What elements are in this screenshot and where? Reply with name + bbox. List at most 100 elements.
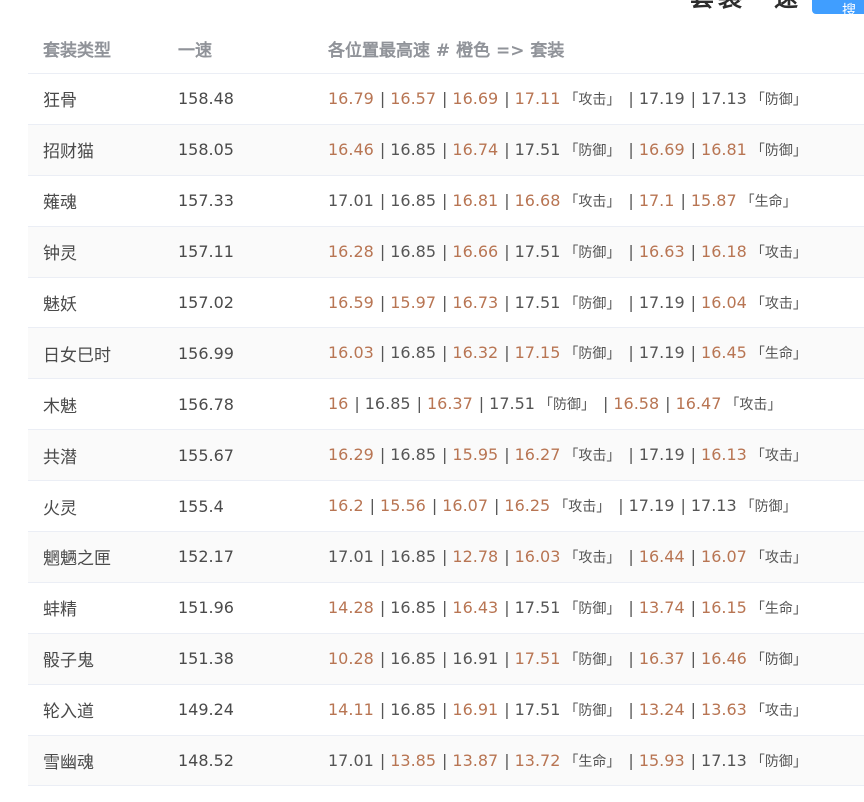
table-header: 套装类型 一速 各位置最高速 # 橙色 => 套装 xyxy=(28,24,864,74)
slot-speed: 17.51 xyxy=(514,139,561,159)
table-row: 共潜 155.67 16.29 | 16.85 | 15.95 | 16.27 「攻击」 | 17.1… xyxy=(28,430,864,482)
slot-speed-set: 16.74 xyxy=(452,139,499,159)
attribute-tag: 「攻击」 xyxy=(554,499,611,516)
set-name: 火灵 xyxy=(43,498,77,519)
slot-speed: 16.85 xyxy=(390,139,437,159)
slot-speed-set: 16.81 xyxy=(701,139,747,159)
attribute-tag: 「防御」 xyxy=(750,142,807,159)
slot-speed-set: 16.03 xyxy=(514,546,561,566)
slot-speed-set: 13.24 xyxy=(638,699,685,719)
separator: | xyxy=(379,139,386,159)
separator: | xyxy=(504,699,510,719)
separator: | xyxy=(628,292,634,312)
search-button[interactable]: 搜 xyxy=(812,0,864,19)
separator: | xyxy=(504,546,510,566)
slot-speed-set: 16.07 xyxy=(442,496,489,516)
separator: | xyxy=(690,546,697,566)
speed-detail: 17.01 | 16.85 | 12.78 | 16.03 「攻击」 | 16.44 | 16.07 「… xyxy=(328,547,864,567)
separator: | xyxy=(442,445,448,465)
separator: | xyxy=(379,750,386,770)
slot-speed-set: 13.85 xyxy=(390,750,437,770)
table-row: 骰子鬼 151.38 10.28 | 16.85 | 16.91 | 17.51 「防御」 | 16.… xyxy=(28,633,864,685)
slot-speed-set: 16.37 xyxy=(426,394,473,414)
set-name: 招财猫 xyxy=(43,142,94,163)
separator: | xyxy=(442,190,448,210)
separator: | xyxy=(379,546,386,566)
set-name: 狂骨 xyxy=(43,91,77,112)
slot-speed: 17.51 xyxy=(514,241,561,261)
set-name: 薙魂 xyxy=(43,193,77,214)
slot-speed: 17.13 xyxy=(701,88,747,108)
table-row: 火灵 155.4 16.2 | 15.56 | 16.07 | 16.25 「攻击」 | 17.19 |… xyxy=(28,481,864,533)
slot-speed-set: 16.07 xyxy=(701,546,747,566)
slot-speed-set: 14.11 xyxy=(328,699,374,719)
separator: | xyxy=(690,343,697,363)
set-name: 骰子鬼 xyxy=(43,651,94,672)
slot-speed: 17.19 xyxy=(638,292,685,312)
slot-speed-set: 16.91 xyxy=(452,699,499,719)
separator: | xyxy=(442,699,448,719)
slot-speed-set: 16.81 xyxy=(452,190,499,210)
separator: | xyxy=(690,445,697,465)
slot-speed-set: 16.69 xyxy=(452,88,499,108)
slot-speed-set: 13.87 xyxy=(452,750,499,770)
separator: | xyxy=(504,648,510,668)
slot-speed-set: 10.28 xyxy=(328,648,374,668)
set-speed: 151.38 xyxy=(178,649,234,669)
set-speed: 157.11 xyxy=(178,242,234,262)
slot-speed-set: 16.69 xyxy=(638,139,685,159)
set-speed: 156.78 xyxy=(178,394,234,414)
slot-speed: 17.01 xyxy=(328,750,374,770)
separator: | xyxy=(665,394,671,414)
separator: | xyxy=(442,546,448,566)
attribute-tag: 「攻击」 xyxy=(750,702,807,719)
separator: | xyxy=(628,343,634,363)
separator: | xyxy=(690,750,697,770)
separator: | xyxy=(628,139,634,159)
speed-detail: 16.79 | 16.57 | 16.69 | 17.11 「攻击」 | 17.19 | 17.13 「… xyxy=(328,89,864,109)
set-speed: 155.67 xyxy=(178,445,234,465)
slot-speed-set: 16.04 xyxy=(701,292,747,312)
slot-speed-set: 16.45 xyxy=(701,343,747,363)
separator: | xyxy=(690,292,697,312)
speed-detail: 16.46 | 16.85 | 16.74 | 17.51 「防御」 | 16.69 | 16.81 「… xyxy=(328,140,864,160)
separator: | xyxy=(478,394,485,414)
slot-speed: 16.85 xyxy=(390,190,437,210)
separator: | xyxy=(442,750,448,770)
speed-detail: 16.29 | 16.85 | 15.95 | 16.27 「攻击」 | 17.19 | 16.13 「… xyxy=(328,445,864,465)
slot-speed: 17.51 xyxy=(514,292,561,312)
separator: | xyxy=(628,597,634,617)
slot-speed-set: 16.29 xyxy=(328,445,374,465)
slot-speed-set: 16.68 xyxy=(514,190,561,210)
separator: | xyxy=(504,241,510,261)
separator: | xyxy=(379,597,386,617)
slot-speed-set: 16.73 xyxy=(452,292,499,312)
attribute-tag: 「防御」 xyxy=(740,499,797,516)
attribute-tag: 「生命」 xyxy=(564,753,621,770)
attribute-tag: 「攻击」 xyxy=(750,295,807,312)
separator: | xyxy=(504,597,510,617)
slot-speed: 17.13 xyxy=(701,750,747,770)
attribute-tag: 「防御」 xyxy=(564,702,621,719)
slot-speed-set: 15.93 xyxy=(638,750,685,770)
slot-speed-set: 17.51 xyxy=(514,648,561,668)
slot-speed: 17.01 xyxy=(328,546,374,566)
set-speed: 149.24 xyxy=(178,700,234,720)
attribute-tag: 「防御」 xyxy=(750,651,807,668)
slot-speed-set: 16 xyxy=(328,394,349,414)
speed-detail: 16.59 | 15.97 | 16.73 | 17.51 「防御」 | 17.19 | 16.04 「… xyxy=(328,293,864,313)
separator: | xyxy=(379,88,386,108)
separator: | xyxy=(442,241,448,261)
attribute-tag: 「攻击」 xyxy=(564,91,621,108)
separator: | xyxy=(628,546,634,566)
slot-speed: 16.85 xyxy=(390,597,437,617)
speed-detail: 16.28 | 16.85 | 16.66 | 17.51 「防御」 | 16.63 | 16.18 「… xyxy=(328,242,864,262)
attribute-tag: 「攻击」 xyxy=(564,193,621,210)
slot-speed-set: 16.15 xyxy=(701,597,747,617)
slot-speed-set: 17.1 xyxy=(638,190,675,210)
slot-speed-set: 16.57 xyxy=(390,88,437,108)
slot-speed-set: 17.11 xyxy=(514,88,561,108)
slot-speed-set: 14.28 xyxy=(328,597,374,617)
slot-speed-set: 16.13 xyxy=(701,445,747,465)
set-name: 木魅 xyxy=(43,396,77,417)
